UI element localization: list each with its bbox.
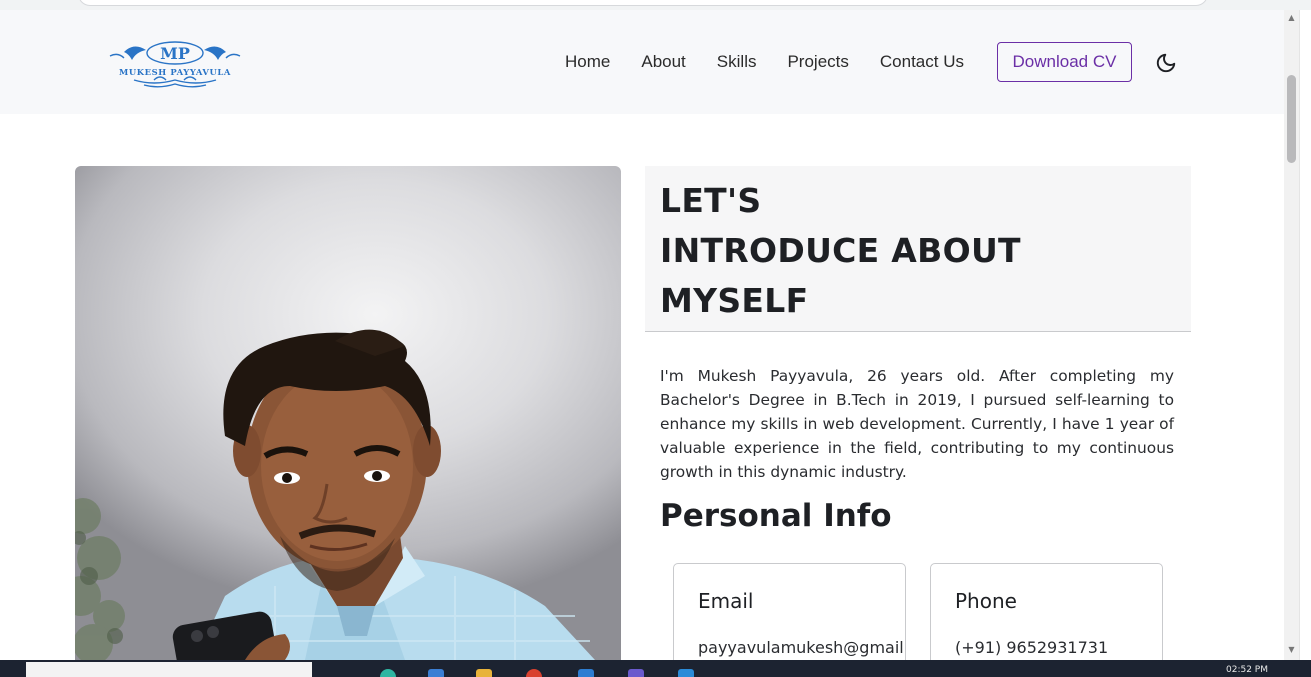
main-nav: Home About Skills Projects Contact Us	[565, 50, 964, 74]
email-value[interactable]: payyavulamukesh@gmail.com	[698, 638, 905, 657]
scrollbar-thumb[interactable]	[1287, 75, 1296, 163]
folder-icon[interactable]	[476, 669, 492, 677]
profile-photo	[75, 166, 621, 660]
scroll-down-arrow-icon[interactable]: ▼	[1287, 646, 1296, 654]
phone-card: Phone (+91) 9652931731	[930, 563, 1163, 673]
moon-icon[interactable]	[1155, 52, 1177, 74]
navbar: MP MUKESH PAYYAVULA Home About Skills Pr…	[0, 10, 1284, 114]
nav-contact-us[interactable]: Contact Us	[880, 52, 964, 72]
taskbar-clock[interactable]: 02:52 PM	[1226, 665, 1268, 675]
browser-side-edge	[1299, 10, 1311, 660]
vscode-icon[interactable]	[678, 669, 694, 677]
browser-address-strip	[0, 0, 1311, 10]
phone-label: Phone	[955, 589, 1017, 613]
personal-info-heading: Personal Info	[660, 498, 892, 534]
email-card: Email payyavulamukesh@gmail.com	[673, 563, 906, 673]
scroll-up-arrow-icon[interactable]: ▲	[1287, 14, 1296, 22]
email-label: Email	[698, 589, 754, 613]
svg-text:MUKESH PAYYAVULA: MUKESH PAYYAVULA	[119, 67, 231, 77]
bio-paragraph: I'm Mukesh Payyavula, 26 years old. Afte…	[660, 367, 1174, 481]
download-cv-button[interactable]: Download CV	[997, 42, 1132, 82]
store-icon[interactable]	[578, 669, 594, 677]
phone-value[interactable]: (+91) 9652931731	[955, 638, 1108, 657]
nav-projects[interactable]: Projects	[787, 52, 848, 72]
intro-title-line-1: LET'S	[660, 181, 762, 220]
intro-title-line-2: INTRODUCE ABOUT	[660, 231, 1021, 270]
site-logo[interactable]: MP MUKESH PAYYAVULA	[104, 40, 246, 90]
intro-title-line-3: MYSELF	[660, 281, 809, 320]
svg-text:MP: MP	[160, 44, 190, 63]
nav-home[interactable]: Home	[565, 52, 610, 72]
address-bar[interactable]	[78, 0, 1208, 6]
taskbar-search-box[interactable]	[26, 662, 312, 677]
teams-icon[interactable]	[628, 669, 644, 677]
intro-title: LET'S INTRODUCE ABOUT MYSELF	[660, 176, 1021, 326]
nav-skills[interactable]: Skills	[717, 52, 757, 72]
intro-heading-panel: LET'S INTRODUCE ABOUT MYSELF	[645, 166, 1191, 332]
app-icon[interactable]	[428, 669, 444, 677]
nav-about[interactable]: About	[641, 52, 685, 72]
